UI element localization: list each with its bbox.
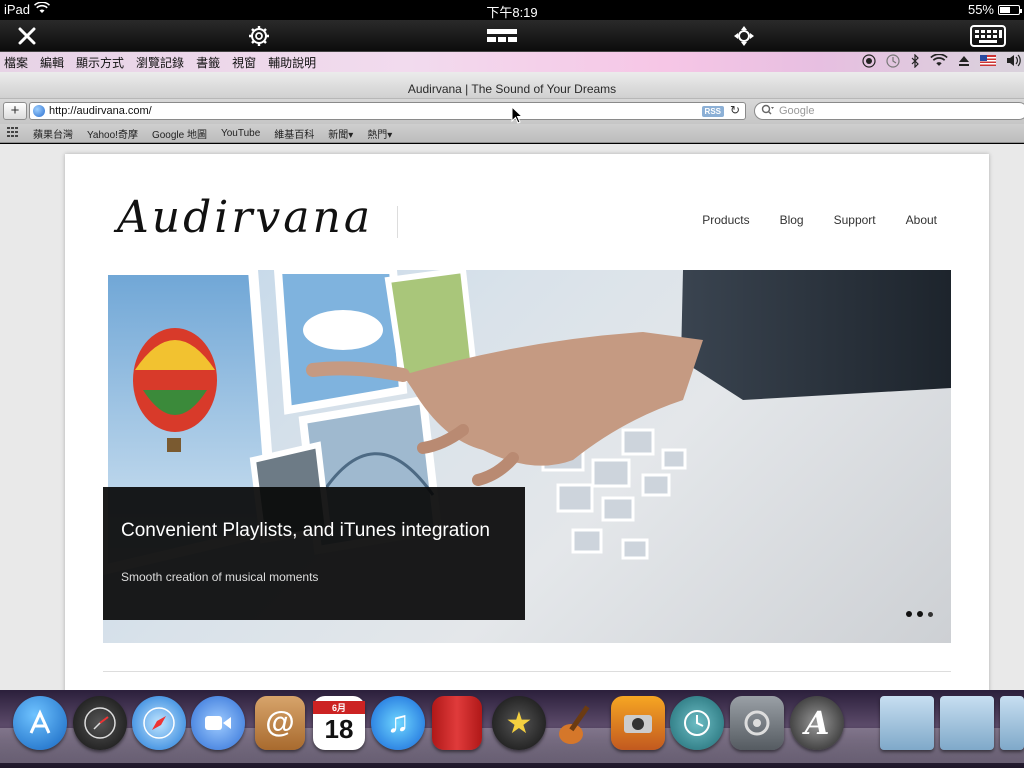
site-globe-icon bbox=[33, 105, 45, 117]
slider-dot[interactable] bbox=[906, 611, 912, 617]
reload-icon[interactable]: ↻ bbox=[730, 103, 740, 117]
content-divider bbox=[103, 671, 951, 672]
nav-products[interactable]: Products bbox=[702, 213, 749, 227]
gear-icon[interactable] bbox=[243, 22, 275, 50]
bookmark-popular[interactable]: 熱門▾ bbox=[360, 126, 399, 141]
downloads-folder-icon[interactable] bbox=[1000, 696, 1024, 750]
system-preferences-icon[interactable] bbox=[730, 696, 784, 750]
site-logo[interactable]: Audirvana bbox=[117, 192, 373, 243]
flag-icon[interactable] bbox=[980, 55, 996, 69]
hero-subtitle: Smooth creation of musical moments bbox=[121, 570, 319, 584]
bookmark-youtube[interactable]: YouTube bbox=[214, 128, 267, 139]
move-icon[interactable] bbox=[730, 22, 758, 50]
search-field[interactable]: Google bbox=[754, 102, 1024, 120]
app-store-icon[interactable] bbox=[13, 696, 67, 750]
bookmark-google-maps[interactable]: Google 地圖 bbox=[145, 126, 214, 141]
facetime-icon[interactable] bbox=[191, 696, 245, 750]
documents-folder-icon[interactable] bbox=[940, 696, 994, 750]
bookmark-apple-tw[interactable]: 蘋果台灣 bbox=[26, 126, 80, 141]
imovie-icon[interactable]: ★ bbox=[492, 696, 546, 750]
menu-file[interactable]: 檔案 bbox=[0, 54, 36, 71]
wifi-icon[interactable] bbox=[930, 53, 948, 70]
keyboard-icon[interactable] bbox=[968, 22, 1008, 50]
ios-status-bar: iPad 下午8:19 55% bbox=[0, 0, 1024, 20]
search-placeholder: Google bbox=[779, 105, 815, 117]
site-nav: Products Blog Support About bbox=[702, 213, 937, 227]
safari-icon[interactable] bbox=[132, 696, 186, 750]
logo-divider bbox=[397, 206, 398, 238]
rss-button[interactable]: RSS bbox=[701, 106, 724, 117]
window-title: Audirvana | The Sound of Your Dreams bbox=[0, 72, 1024, 99]
add-bookmark-button[interactable]: + bbox=[3, 102, 27, 120]
bluetooth-icon[interactable] bbox=[910, 53, 920, 71]
nav-about[interactable]: About bbox=[906, 213, 937, 227]
mac-menu-bar: 檔案 編輯 顯示方式 瀏覽記錄 書籤 視窗 輔助說明 bbox=[0, 52, 1024, 72]
menu-extras bbox=[862, 52, 1022, 72]
slider-pagination bbox=[906, 611, 933, 617]
hero-title: Convenient Playlists, and iTunes integra… bbox=[121, 520, 490, 541]
itunes-icon[interactable]: ♫ bbox=[371, 696, 425, 750]
menu-help[interactable]: 輔助說明 bbox=[264, 54, 324, 71]
dashboard-icon[interactable] bbox=[73, 696, 127, 750]
menu-history[interactable]: 瀏覽記錄 bbox=[132, 54, 192, 71]
menu-edit[interactable]: 編輯 bbox=[36, 54, 72, 71]
address-book-icon[interactable]: @ bbox=[255, 696, 305, 750]
screen: iPad 下午8:19 55% 檔案 編輯 顯示方式 瀏覽記錄 書籤 視窗 輔助… bbox=[0, 0, 1024, 768]
bookmark-news[interactable]: 新聞▾ bbox=[321, 126, 360, 141]
calendar-icon[interactable]: 6月 18 bbox=[313, 696, 365, 750]
remote-desktop-toolbar bbox=[0, 20, 1024, 52]
battery-percent: 55% bbox=[967, 2, 994, 17]
dock: @ 6月 18 ♫ ★ A bbox=[0, 690, 1024, 768]
photo-booth-icon[interactable] bbox=[432, 696, 482, 750]
top-sites-grid-icon[interactable] bbox=[0, 126, 26, 140]
battery-icon bbox=[998, 4, 1022, 15]
calendar-month: 6月 bbox=[313, 701, 365, 714]
ios-time: 下午8:19 bbox=[486, 5, 538, 20]
screens-icon[interactable] bbox=[484, 22, 520, 50]
hero-caption: Convenient Playlists, and iTunes integra… bbox=[103, 487, 525, 620]
menu-view[interactable]: 顯示方式 bbox=[72, 54, 132, 71]
iphoto-icon[interactable] bbox=[611, 696, 665, 750]
time-machine-icon[interactable] bbox=[670, 696, 724, 750]
bookmark-wikipedia[interactable]: 維基百科 bbox=[267, 126, 321, 141]
record-icon[interactable] bbox=[862, 53, 876, 71]
menu-bookmarks[interactable]: 書籤 bbox=[192, 54, 228, 71]
hero-slider[interactable]: Convenient Playlists, and iTunes integra… bbox=[103, 270, 951, 643]
slider-dot[interactable] bbox=[917, 611, 923, 617]
eject-icon[interactable] bbox=[958, 55, 970, 70]
nav-support[interactable]: Support bbox=[834, 213, 876, 227]
slider-dot[interactable] bbox=[928, 611, 933, 617]
nav-blog[interactable]: Blog bbox=[780, 213, 804, 227]
menu-window[interactable]: 視窗 bbox=[228, 54, 264, 71]
address-field[interactable]: http://audirvana.com/ RSS ↻ bbox=[29, 102, 746, 120]
audirvana-icon[interactable]: A bbox=[790, 696, 844, 750]
close-icon[interactable] bbox=[12, 22, 42, 50]
volume-icon[interactable] bbox=[1006, 54, 1022, 70]
bookmark-yahoo[interactable]: Yahoo!奇摩 bbox=[80, 126, 145, 141]
calendar-day: 18 bbox=[324, 714, 354, 744]
applications-folder-icon[interactable] bbox=[880, 696, 934, 750]
search-icon bbox=[761, 104, 775, 118]
mouse-cursor-icon bbox=[511, 105, 524, 129]
url-text: http://audirvana.com/ bbox=[49, 105, 152, 117]
time-machine-icon[interactable] bbox=[886, 53, 900, 71]
garageband-icon[interactable] bbox=[551, 696, 605, 750]
